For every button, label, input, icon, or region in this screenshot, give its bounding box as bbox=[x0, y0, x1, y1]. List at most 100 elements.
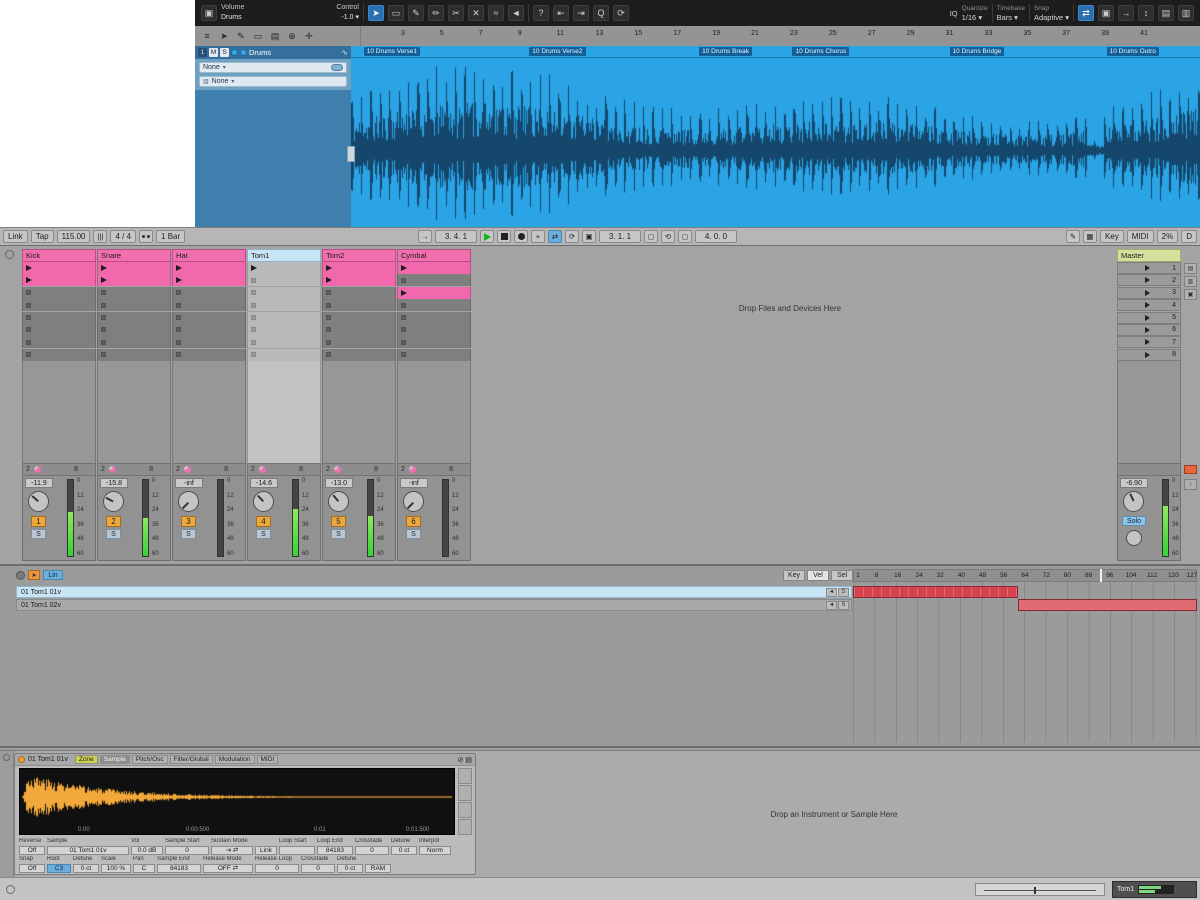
clip-stop-icon[interactable] bbox=[176, 303, 181, 308]
marker-view-button[interactable] bbox=[458, 785, 472, 801]
iq-label[interactable]: IQ bbox=[950, 9, 958, 18]
follow-icon[interactable]: → bbox=[418, 230, 432, 243]
clip-slot[interactable] bbox=[397, 299, 471, 311]
arrangement-marker[interactable]: 10 Drums Break bbox=[699, 47, 752, 56]
draw-tool[interactable]: ✎ bbox=[408, 5, 424, 21]
clip-slot[interactable] bbox=[247, 299, 321, 311]
volume-value[interactable]: -inf bbox=[400, 478, 428, 488]
track-title[interactable]: Kick bbox=[22, 249, 96, 262]
record-arm-icon[interactable] bbox=[231, 49, 238, 56]
clip-slot[interactable] bbox=[247, 336, 321, 348]
drums-waveform[interactable] bbox=[351, 57, 1200, 227]
clip-slot[interactable] bbox=[97, 262, 171, 274]
track-activator-button[interactable]: 4 bbox=[256, 516, 271, 527]
clip-slot[interactable] bbox=[397, 312, 471, 324]
stop-button[interactable] bbox=[497, 230, 511, 243]
cycle-icon[interactable]: ⟳ bbox=[613, 5, 629, 21]
arrangement-marker[interactable]: 10 Drums Verse2 bbox=[529, 47, 585, 56]
clip-slot[interactable] bbox=[172, 299, 246, 311]
clip-slot[interactable] bbox=[322, 324, 396, 336]
clip-stop-icon[interactable] bbox=[251, 303, 256, 308]
clip-slot[interactable] bbox=[22, 312, 96, 324]
clip-slot[interactable] bbox=[172, 287, 246, 299]
param-sample-start[interactable]: 0 bbox=[165, 846, 209, 855]
mute-button[interactable]: M bbox=[209, 48, 218, 57]
clip-slot[interactable] bbox=[322, 262, 396, 274]
scene-slot[interactable]: 7 bbox=[1117, 336, 1181, 348]
clip-slot[interactable] bbox=[97, 324, 171, 336]
velocity-zone-bar[interactable] bbox=[1018, 599, 1197, 611]
slider-handle[interactable] bbox=[1034, 887, 1036, 894]
clip-stop-icon[interactable] bbox=[326, 303, 331, 308]
sample-list-row[interactable]: 01 Tom1 02v◄S bbox=[16, 599, 852, 611]
range-tool[interactable]: ▭ bbox=[388, 5, 404, 21]
overdub-button[interactable]: + bbox=[531, 230, 545, 243]
clip-stop-icon[interactable] bbox=[26, 340, 31, 345]
solo-button[interactable]: S bbox=[256, 529, 271, 539]
clip-slot[interactable] bbox=[172, 312, 246, 324]
quantize-menu[interactable]: Quantize 1/16 ▾ bbox=[962, 5, 988, 22]
param-detune[interactable]: 0 ct bbox=[73, 864, 99, 873]
record-button[interactable] bbox=[514, 230, 528, 243]
solo-button[interactable]: S bbox=[406, 529, 421, 539]
clip-slot[interactable] bbox=[97, 274, 171, 286]
scene-launch-icon[interactable] bbox=[1145, 327, 1150, 333]
insert-slot-2[interactable]: ▥ None ▾ bbox=[199, 76, 347, 87]
scene-slot[interactable]: 6 bbox=[1117, 324, 1181, 336]
returns-show-icon[interactable]: ▥ bbox=[1184, 276, 1197, 287]
param-root[interactable]: C3 bbox=[47, 864, 71, 873]
punch-in-button[interactable]: ◻ bbox=[644, 230, 658, 243]
clip-stop-icon[interactable] bbox=[326, 352, 331, 357]
track-title[interactable]: Snare bbox=[97, 249, 171, 262]
clip-stop-icon[interactable] bbox=[101, 303, 106, 308]
sample-list-row[interactable]: 01 Tom1 01v◄S bbox=[16, 586, 852, 598]
master-pan-knob[interactable] bbox=[1123, 491, 1144, 512]
help-icon[interactable]: ? bbox=[533, 5, 549, 21]
arrow-mode-icon[interactable]: → bbox=[1118, 5, 1134, 21]
sample-waveform[interactable] bbox=[22, 771, 452, 823]
clip-slot[interactable] bbox=[172, 262, 246, 274]
param-ram[interactable]: RAM bbox=[365, 864, 391, 873]
sampler-tab-midi[interactable]: MIDI bbox=[257, 755, 279, 764]
arrangement-marker[interactable]: 10 Drums Bridge bbox=[950, 47, 1005, 56]
clip-stop-icon[interactable] bbox=[101, 327, 106, 332]
clip-stop-icon[interactable] bbox=[326, 340, 331, 345]
audition-icon[interactable]: ◄ bbox=[826, 588, 837, 597]
sample-display[interactable]: 0:000:00:5000:010:01:500 bbox=[19, 768, 455, 835]
timebase-menu[interactable]: Timebase Bars ▾ bbox=[997, 5, 1025, 22]
scene-launch-icon[interactable] bbox=[1145, 265, 1150, 271]
clip-stop-icon[interactable] bbox=[326, 327, 331, 332]
clip-slot[interactable] bbox=[97, 299, 171, 311]
track-activator-button[interactable]: 1 bbox=[31, 516, 46, 527]
clip-stop-icon[interactable] bbox=[251, 290, 256, 295]
clip-slot[interactable] bbox=[22, 287, 96, 299]
select-tool-icon[interactable]: ➤ bbox=[217, 29, 231, 43]
clip-launch-icon[interactable] bbox=[401, 290, 407, 296]
arrangement-position-field[interactable]: 3. 4. 1 bbox=[435, 230, 477, 243]
clip-stop-icon[interactable] bbox=[251, 340, 256, 345]
zone-solo-button[interactable]: S bbox=[838, 601, 849, 610]
glue-tool[interactable]: ≈ bbox=[488, 5, 504, 21]
pan-knob[interactable] bbox=[103, 491, 124, 512]
prev-marker-icon[interactable]: ⇤ bbox=[553, 5, 569, 21]
insert-toggle[interactable] bbox=[331, 64, 343, 71]
clip-slot[interactable] bbox=[172, 274, 246, 286]
crossfader-show-icon[interactable]: ↕ bbox=[1184, 479, 1197, 490]
volume-value[interactable]: -11.9 bbox=[25, 478, 53, 488]
clip-slot[interactable] bbox=[397, 262, 471, 274]
param-pan[interactable]: C bbox=[133, 864, 155, 873]
device-drop-area[interactable]: Drop an Instrument or Sample Here bbox=[480, 753, 1188, 875]
param-sample[interactable]: 01 Tom1 01v bbox=[47, 846, 129, 855]
snap-menu[interactable]: Snap Adaptive ▾ bbox=[1034, 5, 1069, 22]
tempo-field[interactable]: 115.00 bbox=[57, 230, 91, 243]
volume-value[interactable]: -15.8 bbox=[100, 478, 128, 488]
draw-tool-icon[interactable]: ✎ bbox=[234, 29, 248, 43]
erase-tool[interactable]: ✏ bbox=[428, 5, 444, 21]
key-map-button[interactable]: Key bbox=[1100, 230, 1124, 243]
arrangement-marker[interactable]: 10 Drums Chorus bbox=[792, 47, 849, 56]
param-crossfade[interactable]: 0 bbox=[355, 846, 389, 855]
clip-slot[interactable] bbox=[322, 312, 396, 324]
clip-slot[interactable] bbox=[322, 336, 396, 348]
clip-slot[interactable] bbox=[172, 336, 246, 348]
volume-value[interactable]: -14.6 bbox=[250, 478, 278, 488]
